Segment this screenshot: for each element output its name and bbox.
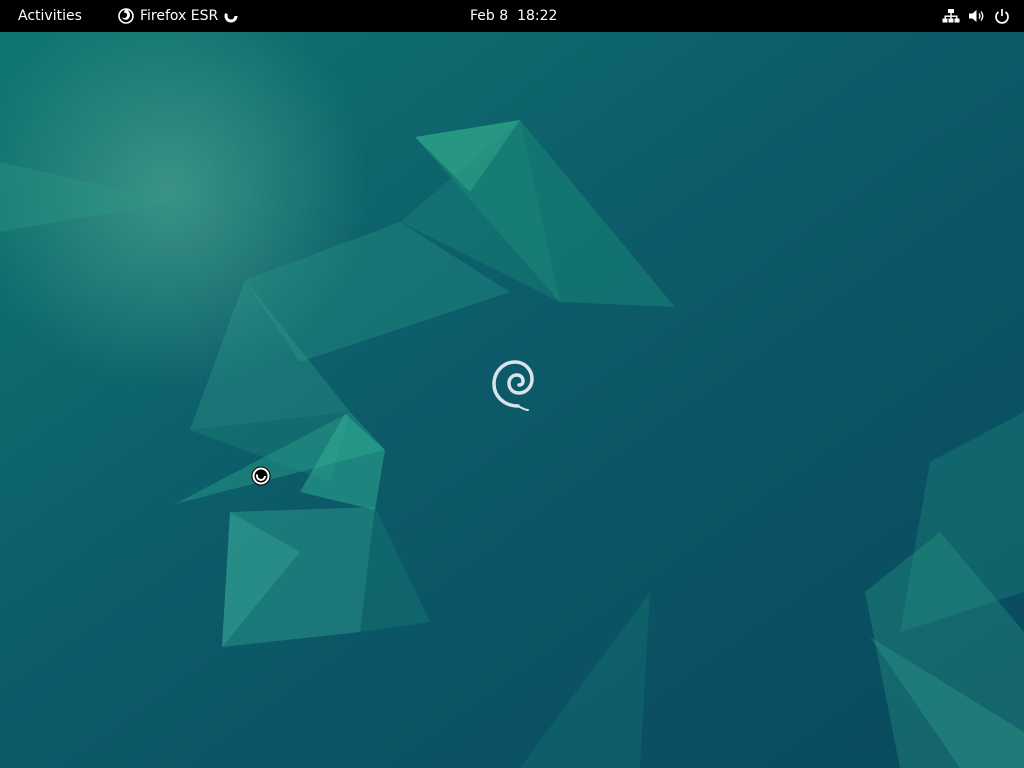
spinner-icon [224, 9, 238, 23]
system-status-area[interactable] [936, 4, 1016, 28]
power-icon [994, 8, 1010, 24]
clock-button[interactable]: Feb 8 18:22 [462, 4, 565, 28]
date-label: Feb 8 [470, 8, 509, 24]
busy-cursor-icon [250, 465, 272, 487]
app-menu-button[interactable]: Firefox ESR [110, 4, 246, 28]
app-name-label: Firefox ESR [140, 8, 219, 24]
screen: Activities Firefox ESR Feb 8 18:22 [0, 0, 1024, 768]
firefox-icon [118, 8, 134, 24]
top-bar: Activities Firefox ESR Feb 8 18:22 [0, 0, 1024, 32]
time-label: 18:22 [517, 8, 558, 24]
volume-icon [968, 8, 986, 24]
network-wired-icon [942, 8, 960, 24]
desktop[interactable] [0, 32, 1024, 768]
debian-swirl-icon [488, 358, 536, 414]
activities-button[interactable]: Activities [8, 4, 92, 28]
